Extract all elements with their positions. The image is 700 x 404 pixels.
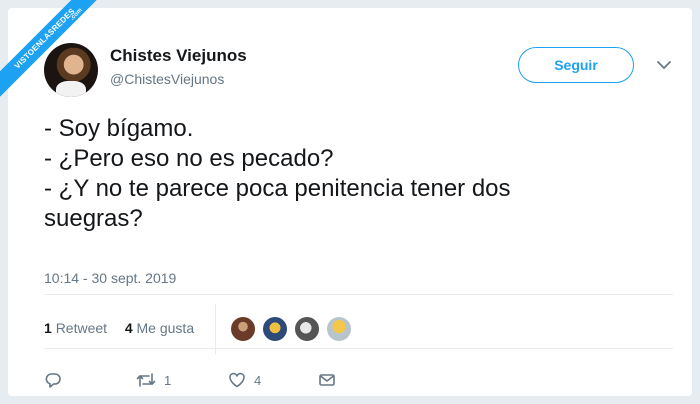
tweet-text: - Soy bígamo. - ¿Pero eso no es pecado? … <box>44 114 664 234</box>
tweet-card: VISTOENLASREDES .com Chistes Viejunos @C… <box>0 0 692 396</box>
retweets-label[interactable]: Retweet <box>56 320 107 336</box>
divider <box>44 348 673 349</box>
tweet-line: - Soy bígamo. <box>44 115 194 142</box>
avatar[interactable] <box>44 43 98 97</box>
tweet-stats: 1 Retweet 4 Me gusta <box>44 320 194 336</box>
tweet-timestamp[interactable]: 10:14 - 30 sept. 2019 <box>44 270 176 286</box>
stats-separator <box>215 304 216 354</box>
liker-avatar[interactable] <box>326 316 352 342</box>
tweet-line: - ¿Y no te parece poca penitencia tener … <box>44 175 511 202</box>
likes-label[interactable]: Me gusta <box>137 320 195 336</box>
chevron-down-icon[interactable] <box>656 58 672 72</box>
message-button[interactable] <box>318 370 336 390</box>
liker-avatar[interactable] <box>262 316 288 342</box>
like-button[interactable]: 4 <box>228 370 261 390</box>
author-name[interactable]: Chistes Viejunos <box>110 46 247 66</box>
like-count: 4 <box>254 372 262 388</box>
liker-avatar[interactable] <box>294 316 320 342</box>
retweet-icon <box>136 371 156 389</box>
reply-icon <box>44 371 62 389</box>
retweet-count: 1 <box>164 372 172 388</box>
likes-count[interactable]: 4 <box>125 320 133 336</box>
divider <box>44 294 673 295</box>
retweet-button[interactable]: 1 <box>136 370 171 390</box>
liker-avatar[interactable] <box>230 316 256 342</box>
author-handle[interactable]: @ChistesViejunos <box>110 71 224 87</box>
retweets-count[interactable]: 1 <box>44 320 52 336</box>
reply-button[interactable] <box>44 370 62 390</box>
tweet-line: - ¿Pero eso no es pecado? <box>44 145 334 172</box>
like-icon <box>228 371 246 389</box>
message-icon <box>318 371 336 389</box>
tweet-line: suegras? <box>44 205 143 232</box>
follow-button[interactable]: Seguir <box>518 47 634 83</box>
